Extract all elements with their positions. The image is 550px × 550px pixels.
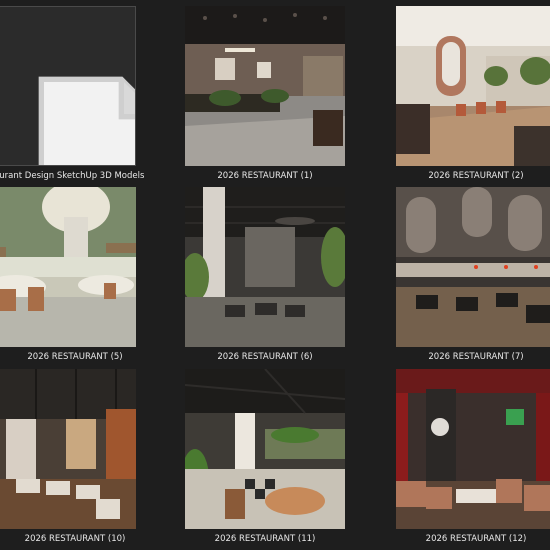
restaurant-render-image (185, 187, 345, 347)
restaurant-render-image (185, 6, 345, 166)
restaurant-render-image (396, 6, 550, 166)
image-caption: 2026 RESTAURANT (10) (24, 534, 126, 544)
restaurant-render-image (0, 187, 136, 347)
file-caption: Restaurant Design SketchUp 3D Models (0, 171, 145, 181)
image-thumbnail[interactable] (396, 369, 550, 529)
image-caption: 2026 RESTAURANT (11) (214, 534, 316, 544)
image-thumbnail[interactable] (185, 187, 345, 347)
restaurant-render-image (0, 369, 136, 529)
image-thumbnail[interactable] (185, 6, 345, 166)
restaurant-render-image (396, 187, 550, 347)
file-thumbnail-grid: Restaurant Design SketchUp 3D Models 202… (0, 0, 550, 550)
image-caption: 2026 RESTAURANT (7) (428, 352, 524, 362)
image-caption: 2026 RESTAURANT (5) (27, 352, 123, 362)
file-thumbnail[interactable] (0, 6, 136, 166)
image-thumbnail[interactable] (0, 369, 136, 529)
image-thumbnail[interactable] (0, 187, 136, 347)
image-thumbnail[interactable] (396, 6, 550, 166)
image-caption: 2026 RESTAURANT (2) (428, 171, 524, 181)
restaurant-render-image (185, 369, 345, 529)
file-icon (38, 76, 135, 165)
image-thumbnail[interactable] (185, 369, 345, 529)
image-caption: 2026 RESTAURANT (1) (217, 171, 313, 181)
image-caption: 2026 RESTAURANT (12) (425, 534, 527, 544)
image-thumbnail[interactable] (396, 187, 550, 347)
image-caption: 2026 RESTAURANT (6) (217, 352, 313, 362)
restaurant-render-image (396, 369, 550, 529)
